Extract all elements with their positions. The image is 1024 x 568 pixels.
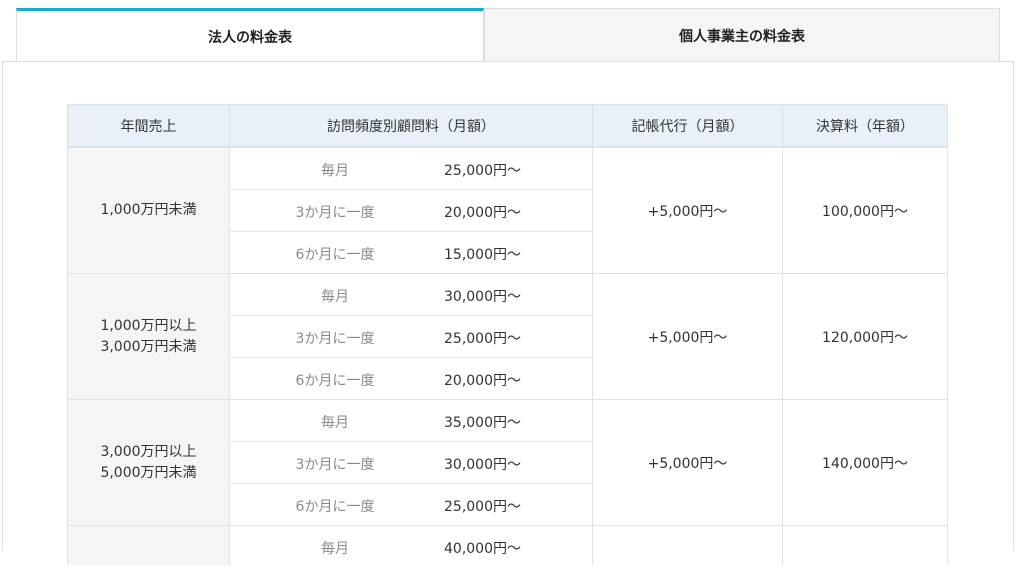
visit-row: 3か月に一度 25,000円～ [230, 316, 592, 358]
visit-frequency: 毎月 [321, 163, 349, 179]
settlement-cell: 140,000円～ [822, 455, 908, 472]
visit-cell: 毎月 40,000円～ [230, 526, 593, 565]
header-settlement: 決算料（年額） [816, 118, 914, 135]
visit-frequency: 6か月に一度 [295, 373, 375, 389]
settlement-cell [783, 526, 947, 565]
visit-cell: 毎月 25,000円～ 3か月に一度 20,000円～ 6か月に一度 15,00… [230, 148, 593, 273]
visit-cell: 毎月 30,000円～ 3か月に一度 25,000円～ 6か月に一度 20,00… [230, 274, 593, 399]
pricing-tabs: 法人の料金表 個人事業主の料金表 [16, 8, 1000, 62]
visit-row: 毎月 40,000円～ [230, 526, 592, 568]
visit-frequency: 6か月に一度 [295, 247, 375, 263]
bookkeeping-cell: +5,000円～ [593, 274, 783, 399]
visit-frequency: 毎月 [321, 415, 349, 431]
settlement-cell: 120,000円～ [822, 329, 908, 346]
table-row: 毎月 40,000円～ [67, 525, 948, 565]
visit-frequency: 3か月に一度 [295, 331, 375, 347]
table-row: 3,000万円以上 5,000万円未満 毎月 35,000円～ 3か月に一度 3… [67, 399, 948, 526]
visit-price: 25,000円～ [444, 499, 521, 515]
visit-row: 毎月 35,000円～ [230, 400, 592, 442]
visit-price: 40,000円～ [444, 541, 521, 557]
visit-price: 25,000円～ [444, 163, 521, 179]
table-row: 1,000万円未満 毎月 25,000円～ 3か月に一度 20,000円～ 6か… [67, 147, 948, 274]
visit-cell: 毎月 35,000円～ 3か月に一度 30,000円～ 6か月に一度 25,00… [230, 400, 593, 525]
visit-row: 3か月に一度 30,000円～ [230, 442, 592, 484]
visit-frequency: 6か月に一度 [295, 499, 375, 515]
sales-cell [68, 526, 230, 565]
visit-price: 30,000円～ [444, 289, 521, 305]
visit-price: 15,000円～ [444, 247, 521, 263]
visit-frequency: 毎月 [321, 289, 349, 305]
visit-price: 25,000円～ [444, 331, 521, 347]
visit-row: 毎月 30,000円～ [230, 274, 592, 316]
header-advisory-fee: 訪問頻度別顧問料（月額） [230, 105, 593, 146]
tab-sole-proprietor[interactable]: 個人事業主の料金表 [484, 8, 1000, 62]
sales-cell: 1,000万円以上 3,000万円未満 [68, 274, 230, 399]
sales-cell: 3,000万円以上 5,000万円未満 [68, 400, 230, 525]
bookkeeping-cell: +5,000円～ [593, 400, 783, 525]
table-row: 1,000万円以上 3,000万円未満 毎月 30,000円～ 3か月に一度 2… [67, 273, 948, 400]
header-bookkeeping: 記帳代行（月額） [593, 105, 783, 146]
tab-corporate[interactable]: 法人の料金表 [16, 8, 484, 62]
settlement-cell: 100,000円～ [822, 203, 908, 220]
sales-cell: 1,000万円未満 [68, 148, 230, 273]
visit-price: 20,000円～ [444, 373, 521, 389]
visit-row: 3か月に一度 20,000円～ [230, 190, 592, 232]
visit-frequency: 3か月に一度 [295, 205, 375, 221]
visit-price: 20,000円～ [444, 205, 521, 221]
visit-row: 6か月に一度 25,000円～ [230, 484, 592, 526]
table-header: 年間売上 訪問頻度別顧問料（月額） 記帳代行（月額） 決算料（年額） [67, 104, 948, 147]
visit-row: 毎月 25,000円～ [230, 148, 592, 190]
visit-price: 35,000円～ [444, 415, 521, 431]
header-annual-sales: 年間売上 [68, 105, 230, 146]
visit-frequency: 毎月 [321, 541, 349, 557]
visit-frequency: 3か月に一度 [295, 457, 375, 473]
bookkeeping-cell: +5,000円～ [593, 148, 783, 273]
visit-row: 6か月に一度 20,000円～ [230, 358, 592, 400]
bookkeeping-cell [593, 526, 783, 565]
visit-price: 30,000円～ [444, 457, 521, 473]
visit-row: 6か月に一度 15,000円～ [230, 232, 592, 274]
